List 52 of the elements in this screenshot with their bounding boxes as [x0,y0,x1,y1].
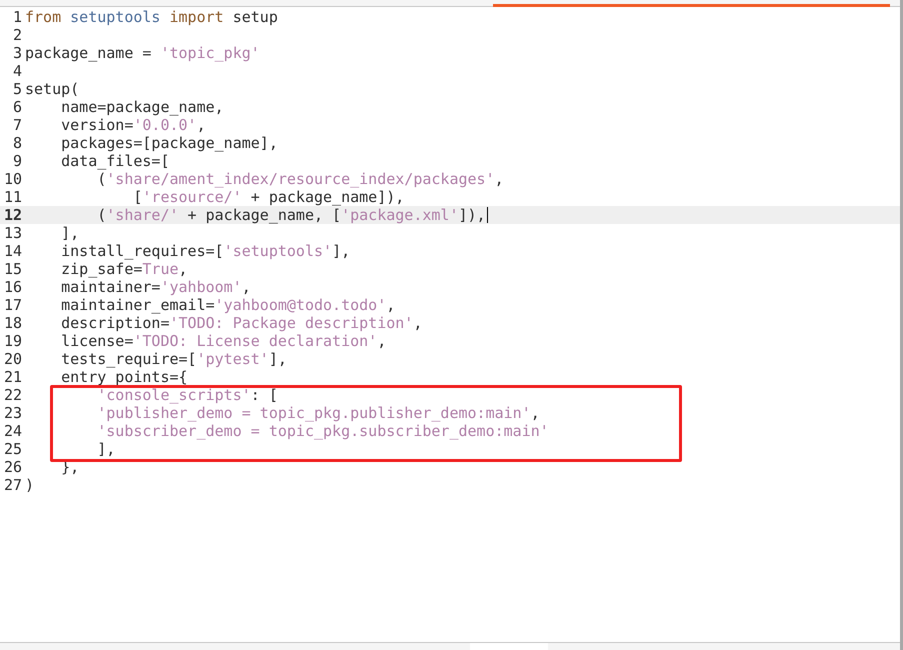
code-line: 'console_scripts': [ [96,386,278,404]
line-number: 26 [2,458,23,476]
code-line: ], [96,440,116,458]
line-number: 19 [2,332,23,350]
code-line: ('share/ament_index/resource_index/packages', [96,170,504,188]
line-number: 14 [2,242,23,260]
line-number: 5 [12,80,23,98]
code-line: zip_safe=True, [60,260,188,278]
code-line: maintainer='yahboom', [60,278,251,296]
line-number: 17 [2,296,23,314]
line-number: 15 [2,260,23,278]
code-line: ['resource/' + package_name]), [132,188,404,206]
line-number: 27 [2,476,23,494]
line-number: 20 [2,350,23,368]
code-line: ('share/' + package_name, ['package.xml']), [96,206,488,224]
code-line: version='0.0.0', [60,116,206,134]
line-number: 13 [2,224,23,242]
line-number: 9 [12,152,23,170]
code-line: install_requires=['setuptools'], [60,242,350,260]
code-line: ], [60,224,80,242]
line-number: 12 [2,206,23,224]
code-line: setup( [25,80,80,98]
line-number: 23 [2,404,23,422]
code-line: description='TODO: Package description', [60,314,422,332]
line-number: 1 [12,8,23,26]
code-line: data_files=[ [60,152,170,170]
code-line: packages=[package_name], [60,134,278,152]
line-number: 7 [12,116,23,134]
line-number: 11 [2,188,23,206]
code-line: license='TODO: License declaration', [60,332,386,350]
code-line: maintainer_email='yahboom@todo.todo', [60,296,396,314]
line-number: 10 [2,170,23,188]
line-number: 3 [12,44,23,62]
text-cursor [486,207,488,223]
line-number: 4 [12,62,23,80]
line-number: 2 [12,26,23,44]
code-line: 'subscriber_demo = topic_pkg.subscriber_demo:main' [96,422,549,440]
line-number: 8 [12,134,23,152]
line-number: 24 [2,422,23,440]
code-line: tests_require=['pytest'], [60,350,287,368]
code-line: 'publisher_demo = topic_pkg.publisher_demo:main', [96,404,540,422]
line-number: 16 [2,278,23,296]
line-number: 6 [12,98,23,116]
code-line: ) [25,476,34,494]
code-line: entry_points={ [60,368,188,386]
line-number: 25 [2,440,23,458]
code-line: package_name = 'topic_pkg' [25,44,260,62]
line-number: 22 [2,386,23,404]
line-number: 18 [2,314,23,332]
code-line: from setuptools import setup [25,8,278,26]
code-line: name=package_name, [60,98,224,116]
line-number: 21 [2,368,23,386]
